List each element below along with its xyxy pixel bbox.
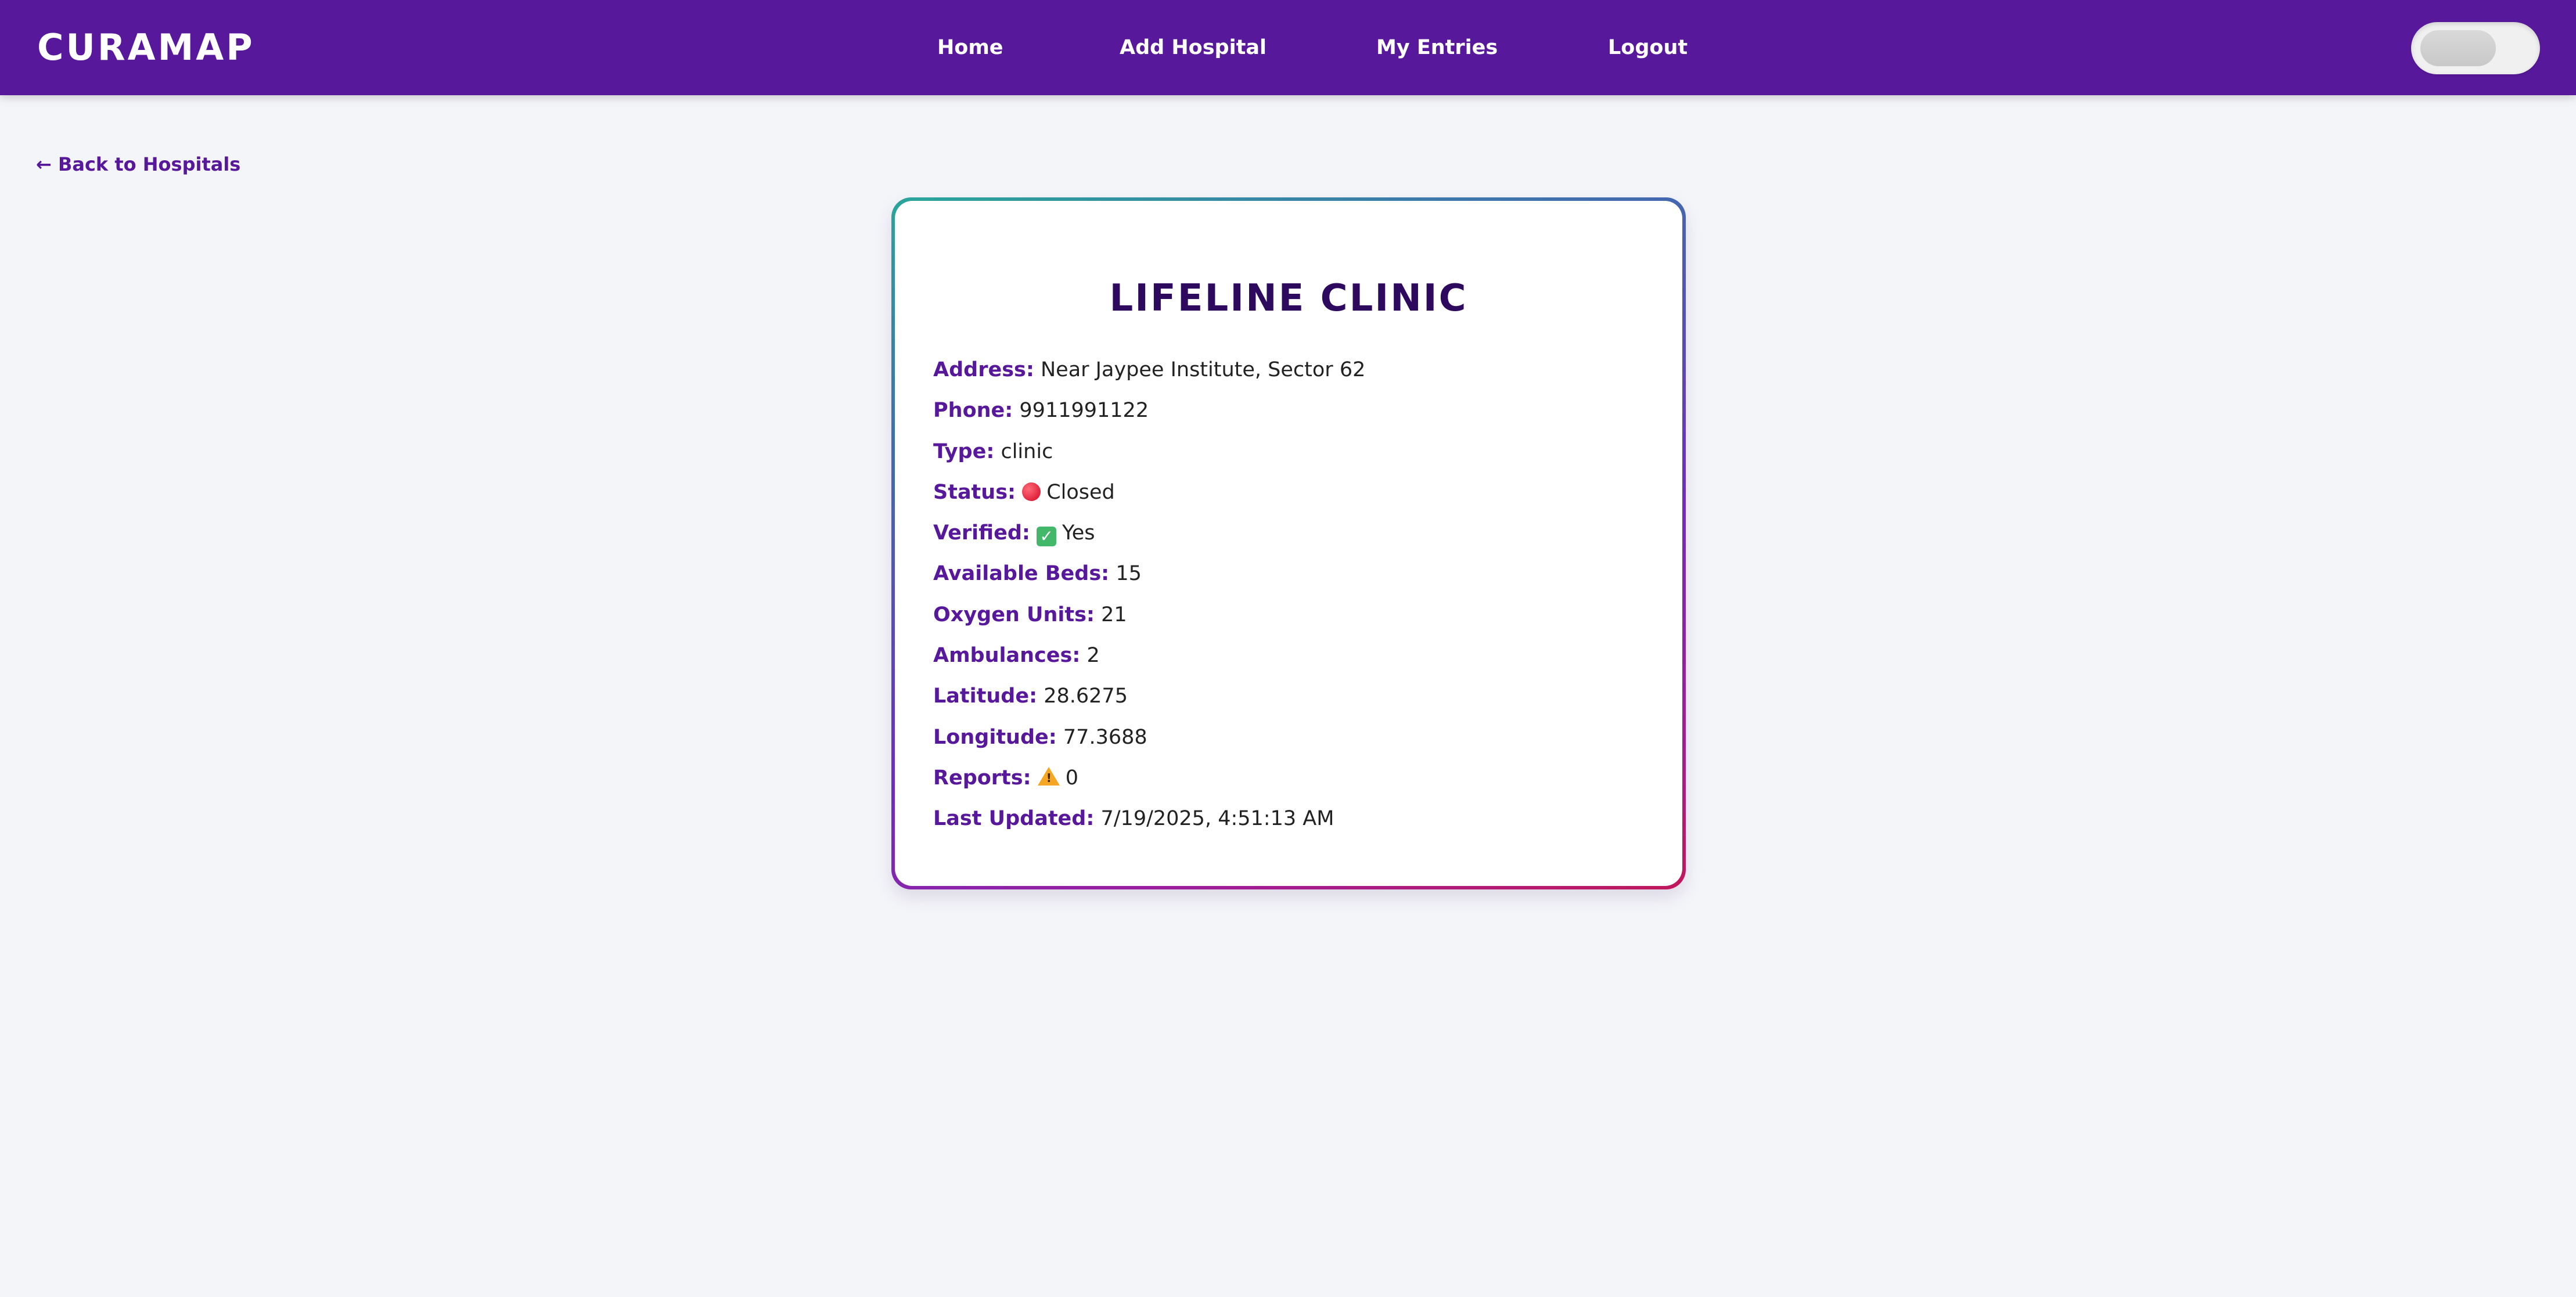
- toggle-knob: [2420, 30, 2496, 66]
- ambulances-value: 2: [1086, 644, 1100, 668]
- nav-my-entries-link[interactable]: My Entries: [1376, 31, 1498, 64]
- last-updated-value: 7/19/2025, 4:51:13 AM: [1100, 807, 1334, 831]
- reports-value: 0: [1065, 766, 1079, 790]
- verified-row: Verified: ✓ Yes: [933, 520, 1365, 560]
- oxygen-units-row: Oxygen Units: 21: [933, 601, 1365, 642]
- hospital-name: Lifeline Clinic: [1109, 277, 1468, 320]
- top-navbar: CURAMAP Home Add Hospital My Entries Log…: [0, 0, 2576, 95]
- phone-value: 9911991122: [1019, 399, 1149, 423]
- ambulances-label: Ambulances:: [933, 644, 1081, 668]
- ambulances-row: Ambulances: 2: [933, 642, 1365, 683]
- red-circle-icon: [1022, 482, 1041, 501]
- phone-row: Phone: 9911991122: [933, 397, 1365, 438]
- phone-label: Phone:: [933, 399, 1013, 423]
- reports-row: Reports: ! 0: [933, 765, 1365, 805]
- nav-add-hospital-link[interactable]: Add Hospital: [1120, 31, 1267, 64]
- latitude-row: Latitude: 28.6275: [933, 683, 1365, 723]
- status-row: Status: Closed: [933, 479, 1365, 520]
- hospital-details: Address: Near Jaypee Institute, Sector 6…: [933, 356, 1365, 846]
- available-beds-value: 15: [1116, 562, 1142, 586]
- available-beds-label: Available Beds:: [933, 562, 1110, 586]
- verified-value: Yes: [1062, 521, 1095, 545]
- address-value: Near Jaypee Institute, Sector 62: [1041, 358, 1366, 381]
- last-updated-label: Last Updated:: [933, 807, 1095, 831]
- hospital-card: Lifeline Clinic Address: Near Jaypee Ins…: [891, 197, 1686, 889]
- last-updated-row: Last Updated: 7/19/2025, 4:51:13 AM: [933, 805, 1365, 846]
- check-mark-icon: ✓: [1037, 527, 1057, 547]
- longitude-value: 77.3688: [1063, 725, 1147, 749]
- latitude-value: 28.6275: [1044, 684, 1128, 708]
- app-logo[interactable]: CURAMAP: [37, 26, 255, 70]
- theme-toggle[interactable]: [2411, 22, 2540, 74]
- longitude-row: Longitude: 77.3688: [933, 724, 1365, 765]
- status-value: Closed: [1046, 480, 1115, 504]
- oxygen-units-label: Oxygen Units:: [933, 603, 1095, 626]
- back-to-hospitals-link[interactable]: ← Back to Hospitals: [36, 151, 240, 178]
- longitude-label: Longitude:: [933, 725, 1057, 749]
- available-beds-row: Available Beds: 15: [933, 560, 1365, 601]
- nav-home-link[interactable]: Home: [937, 31, 1003, 64]
- address-row: Address: Near Jaypee Institute, Sector 6…: [933, 356, 1365, 397]
- nav-logout-link[interactable]: Logout: [1608, 31, 1688, 64]
- oxygen-units-value: 21: [1101, 603, 1127, 626]
- status-label: Status:: [933, 480, 1016, 504]
- type-label: Type:: [933, 439, 995, 463]
- verified-label: Verified:: [933, 521, 1030, 545]
- hospital-card-body: Lifeline Clinic Address: Near Jaypee Ins…: [895, 201, 1682, 886]
- type-value: clinic: [1001, 439, 1053, 463]
- address-label: Address:: [933, 358, 1034, 381]
- warning-icon: !: [1037, 766, 1060, 786]
- reports-label: Reports:: [933, 766, 1031, 790]
- type-row: Type: clinic: [933, 438, 1365, 479]
- latitude-label: Latitude:: [933, 684, 1038, 708]
